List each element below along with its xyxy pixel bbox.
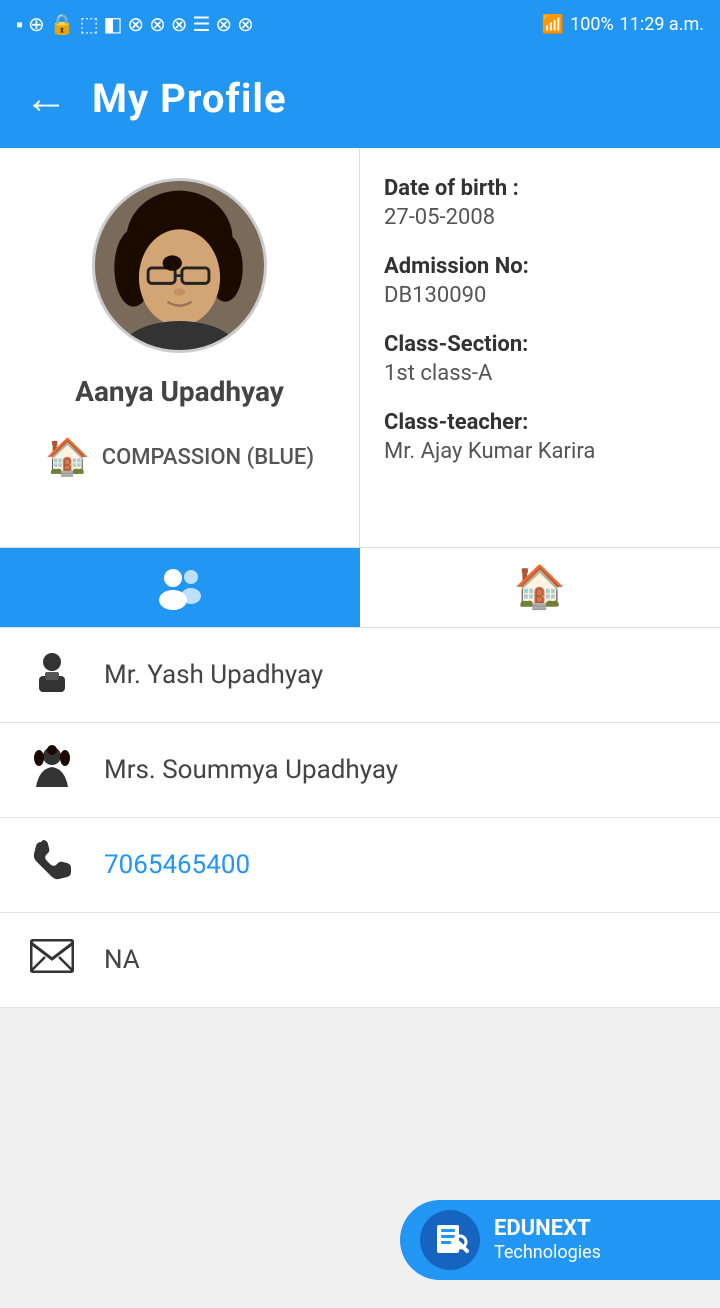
app-bar: ← My Profile [0,48,720,148]
status-bar-right: 📶 100% 11:29 a.m. [542,14,704,35]
status-bar: ▪ ⊕ 🔒 ⬚ ◧ ⊗ ⊗ ⊗ ☰ ⊗ ⊗ 📶 100% 11:29 a.m. [0,0,720,48]
admission-label: Admission No: [384,254,696,279]
dob-label: Date of birth : [384,176,696,201]
class-section-value: 1st class-A [384,361,696,386]
father-name: Mr. Yash Upadhyay [104,660,323,690]
phone-item: 7065465400 [0,818,720,913]
mother-item: Mrs. Soummya Upadhyay [0,723,720,818]
class-section-label: Class-Section: [384,332,696,357]
email-value: NA [104,945,140,975]
avatar [92,178,267,353]
father-item: Mr. Yash Upadhyay [0,628,720,723]
profile-right: Date of birth : 27-05-2008 Admission No:… [360,148,720,547]
status-bar-left: ▪ ⊕ 🔒 ⬚ ◧ ⊗ ⊗ ⊗ ☰ ⊗ ⊗ [16,12,254,37]
brand-logo [420,1210,480,1270]
father-icon [28,650,76,701]
house-row: 🏠 COMPASSION (BLUE) [45,436,314,478]
family-list: Mr. Yash Upadhyay Mrs. Soummya Upadhyay … [0,628,720,1008]
tab-family[interactable] [0,548,360,627]
battery-level: 100% [570,14,614,35]
class-teacher-item: Class-teacher: Mr. Ajay Kumar Karira [384,410,696,464]
dob-value: 27-05-2008 [384,205,696,230]
admission-item: Admission No: DB130090 [384,254,696,308]
brand-name: EDUNEXT [494,1216,601,1242]
profile-section: Aanya Upadhyay 🏠 COMPASSION (BLUE) Date … [0,148,720,548]
profile-left: Aanya Upadhyay 🏠 COMPASSION (BLUE) [0,148,360,547]
student-name: Aanya Upadhyay [75,375,284,408]
status-icons: ▪ ⊕ 🔒 ⬚ ◧ ⊗ ⊗ ⊗ ☰ ⊗ ⊗ [16,12,254,37]
email-item: NA [0,913,720,1008]
house-icon: 🏠 [45,436,90,478]
home-tab-icon: 🏠 [514,563,566,612]
class-teacher-label: Class-teacher: [384,410,696,435]
wifi-icon: 📶 [542,14,564,35]
brand-text: EDUNEXT Technologies [494,1216,601,1264]
phone-number[interactable]: 7065465400 [104,850,250,880]
admission-value: DB130090 [384,283,696,308]
brand-bar: EDUNEXT Technologies [400,1200,720,1280]
class-teacher-value: Mr. Ajay Kumar Karira [384,439,696,464]
brand-sub: Technologies [494,1242,601,1264]
dob-item: Date of birth : 27-05-2008 [384,176,696,230]
clock: 11:29 a.m. [620,14,704,35]
email-icon [28,939,76,982]
tab-bar: 🏠 [0,548,720,628]
mother-icon [28,745,76,796]
page-title: My Profile [92,75,287,122]
back-button[interactable]: ← [24,76,68,120]
phone-icon [28,840,76,891]
tab-home[interactable]: 🏠 [360,548,720,627]
house-label: COMPASSION (BLUE) [102,445,314,470]
mother-name: Mrs. Soummya Upadhyay [104,755,398,785]
class-section-item: Class-Section: 1st class-A [384,332,696,386]
